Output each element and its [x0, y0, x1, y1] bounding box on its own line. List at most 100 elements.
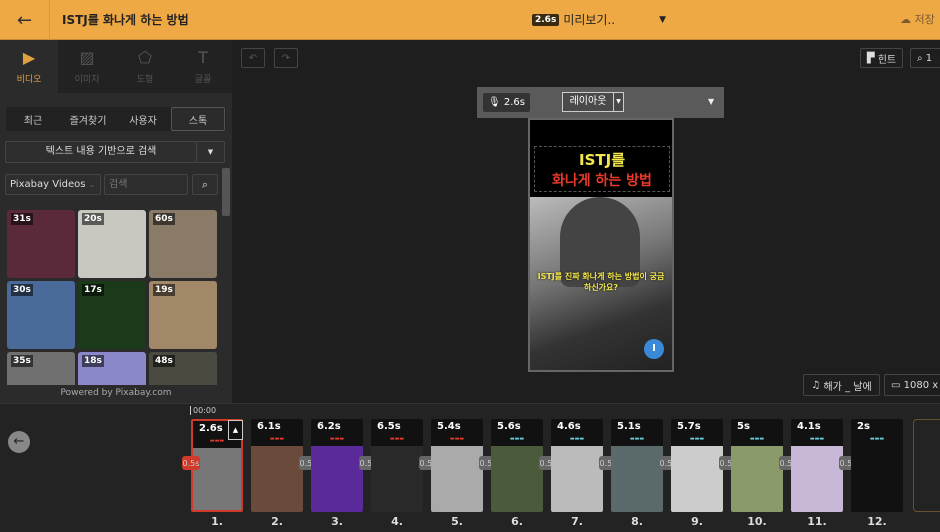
hint-button[interactable]: ▛ 힌트	[860, 48, 903, 68]
source-tab-user[interactable]: 사용자	[116, 107, 170, 131]
clip-title: ▬▬▬	[569, 436, 585, 442]
back-button[interactable]: ←	[0, 0, 50, 40]
chevron-down-icon: ⌄	[88, 180, 96, 189]
clip-title: ▬▬▬	[449, 436, 465, 442]
save-button[interactable]: ☁ 저장	[900, 11, 935, 27]
tab-text[interactable]: T 글꼴	[174, 40, 232, 93]
clip-number: 7.	[571, 515, 583, 528]
chevron-down-icon: ▼	[613, 93, 623, 111]
clip-menu-button[interactable]: ▲	[228, 420, 243, 440]
video-duration: 17s	[82, 284, 104, 296]
clip-thumbnail	[731, 446, 783, 512]
stock-video-thumb[interactable]: 30s	[7, 281, 75, 349]
clip-number: 12.	[867, 515, 887, 528]
clip-thumbnail	[551, 446, 603, 512]
tab-video[interactable]: ▶ 비디오	[0, 40, 58, 93]
timeline-clip[interactable]: 6.5s ▬▬▬	[371, 419, 423, 512]
clip-title: ▬▬▬	[809, 436, 825, 442]
clip-title: ▬▬▬	[329, 436, 345, 442]
zoom-icon: ⌕	[917, 52, 923, 64]
timeline-clip[interactable]: 4.6s ▬▬▬	[551, 419, 603, 512]
clip-duration: 2.6s	[199, 423, 223, 434]
timeline-clip[interactable]: 6.2s ▬▬▬	[311, 419, 363, 512]
source-tab-favorites[interactable]: 즐겨찾기	[60, 107, 116, 131]
clip-duration: 5s	[737, 421, 750, 432]
media-panel: ▶ 비디오 ▨ 이미지 ⬠ 도형 T 글꼴 최근 즐겨찾기 사용자 스톡 텍스트 내용 …	[0, 40, 232, 403]
clip-thumbnail	[311, 446, 363, 512]
scroll-left-button[interactable]: ←	[8, 431, 30, 453]
layout-dropdown[interactable]: 레이아웃 ▼	[562, 92, 624, 112]
title-text-box[interactable]: ISTJ를 화나게 하는 방법	[534, 146, 670, 192]
video-duration: 48s	[153, 355, 175, 367]
clip-number: 10.	[747, 515, 767, 528]
timeline-clip[interactable]: 5.4s ▬▬▬	[431, 419, 483, 512]
preview-dropdown[interactable]: 2.6s 미리보기.. ▼	[532, 11, 666, 28]
redo-button[interactable]: ↷	[274, 48, 298, 68]
stock-video-thumb[interactable]: 35s	[7, 352, 75, 385]
project-title[interactable]: ISTJ를 화나게 하는 방법	[62, 11, 189, 28]
timeline-clip[interactable]: 4.1s ▬▬▬	[791, 419, 843, 512]
shape-icon: ⬠	[138, 48, 152, 67]
text-icon: T	[198, 48, 208, 67]
clip-title: ▬▬▬	[509, 436, 525, 442]
music-button[interactable]: ♫ 해가 _ 날에	[803, 374, 880, 396]
music-label: 해가 _ 날에	[823, 381, 872, 393]
timeline-clip[interactable]: 5s ▬▬▬	[731, 419, 783, 512]
voice-duration-button[interactable]: 🎙 2.6s	[483, 93, 530, 112]
monitor-icon: ▭	[891, 379, 901, 391]
clip-thumbnail	[431, 446, 483, 512]
stock-video-thumb[interactable]: 48s	[149, 352, 217, 385]
source-tab-recent[interactable]: 최근	[6, 107, 60, 131]
search-input[interactable]	[104, 174, 188, 195]
stock-video-thumb[interactable]: 17s	[78, 281, 146, 349]
video-duration: 60s	[153, 213, 175, 225]
chevron-down-icon[interactable]: ▼	[708, 97, 714, 106]
clip-number: 5.	[451, 515, 463, 528]
source-tab-stock[interactable]: 스톡	[171, 107, 225, 131]
clip-title: ▬▬▬	[389, 436, 405, 442]
search-mode-select[interactable]: 텍스트 내용 기반으로 검색 ▼	[5, 141, 225, 163]
clip-number: 11.	[807, 515, 827, 528]
search-button[interactable]: ⌕	[192, 174, 218, 195]
stock-video-thumb[interactable]: 19s	[149, 281, 217, 349]
scrollbar[interactable]	[222, 168, 230, 216]
clip-duration: 6.2s	[317, 421, 341, 432]
video-icon: ▶	[22, 48, 36, 67]
timeline-clip[interactable]: 6.1s ▬▬▬	[251, 419, 303, 512]
clip-number: 9.	[691, 515, 703, 528]
timeline-clip[interactable]: 5.7s ▬▬▬	[671, 419, 723, 512]
scene-toolbar: 🎙 2.6s 레이아웃 ▼ ▼	[477, 87, 724, 118]
title-line-2: 화나게 하는 방법	[552, 173, 652, 189]
undo-button[interactable]: ↶	[241, 48, 265, 68]
timeline-clip[interactable]: 5.6s ▬▬▬	[491, 419, 543, 512]
clip-duration: 5.6s	[497, 421, 521, 432]
clip-number: 8.	[631, 515, 643, 528]
caption-text[interactable]: ISTJ를 진짜 화나게 하는 방법이 궁금하신가요?	[536, 271, 666, 293]
tab-image[interactable]: ▨ 이미지	[58, 40, 116, 93]
zoom-button[interactable]: ⌕ 1	[910, 48, 940, 68]
clip-number: 2.	[271, 515, 283, 528]
provider-select[interactable]: Pixabay Videos ⌄	[5, 174, 101, 195]
video-duration: 18s	[82, 355, 104, 367]
time-marker: 00:00	[190, 406, 216, 415]
tab-shape[interactable]: ⬠ 도형	[116, 40, 174, 93]
add-scene-button[interactable]	[913, 419, 940, 512]
provider-label: Pixabay Videos	[10, 179, 86, 190]
transition-button[interactable]: 0.5s	[182, 456, 200, 470]
timeline-clip[interactable]: 2s ▬▬▬	[851, 419, 903, 512]
resolution-button[interactable]: ▭ 1080 x 1	[884, 374, 940, 396]
clip-duration: 4.1s	[797, 421, 821, 432]
clip-number: 4.	[391, 515, 403, 528]
timeline-clip[interactable]: 5.1s ▬▬▬	[611, 419, 663, 512]
clip-number: 1.	[211, 515, 223, 528]
stock-video-thumb[interactable]: 20s	[78, 210, 146, 278]
video-duration: 35s	[11, 355, 33, 367]
clip-thumbnail	[491, 446, 543, 512]
duration-badge: 2.6s	[532, 13, 560, 26]
stock-video-thumb[interactable]: 60s	[149, 210, 217, 278]
stock-video-thumb[interactable]: 31s	[7, 210, 75, 278]
header: ← ISTJ를 화나게 하는 방법 2.6s 미리보기.. ▼ ☁ 저장	[0, 0, 940, 40]
stock-video-thumb[interactable]: 18s	[78, 352, 146, 385]
scene-preview[interactable]: ISTJ를 화나게 하는 방법 ISTJ를 진짜 화나게 하는 방법이 궁금하신…	[528, 118, 674, 372]
clip-number: 6.	[511, 515, 523, 528]
